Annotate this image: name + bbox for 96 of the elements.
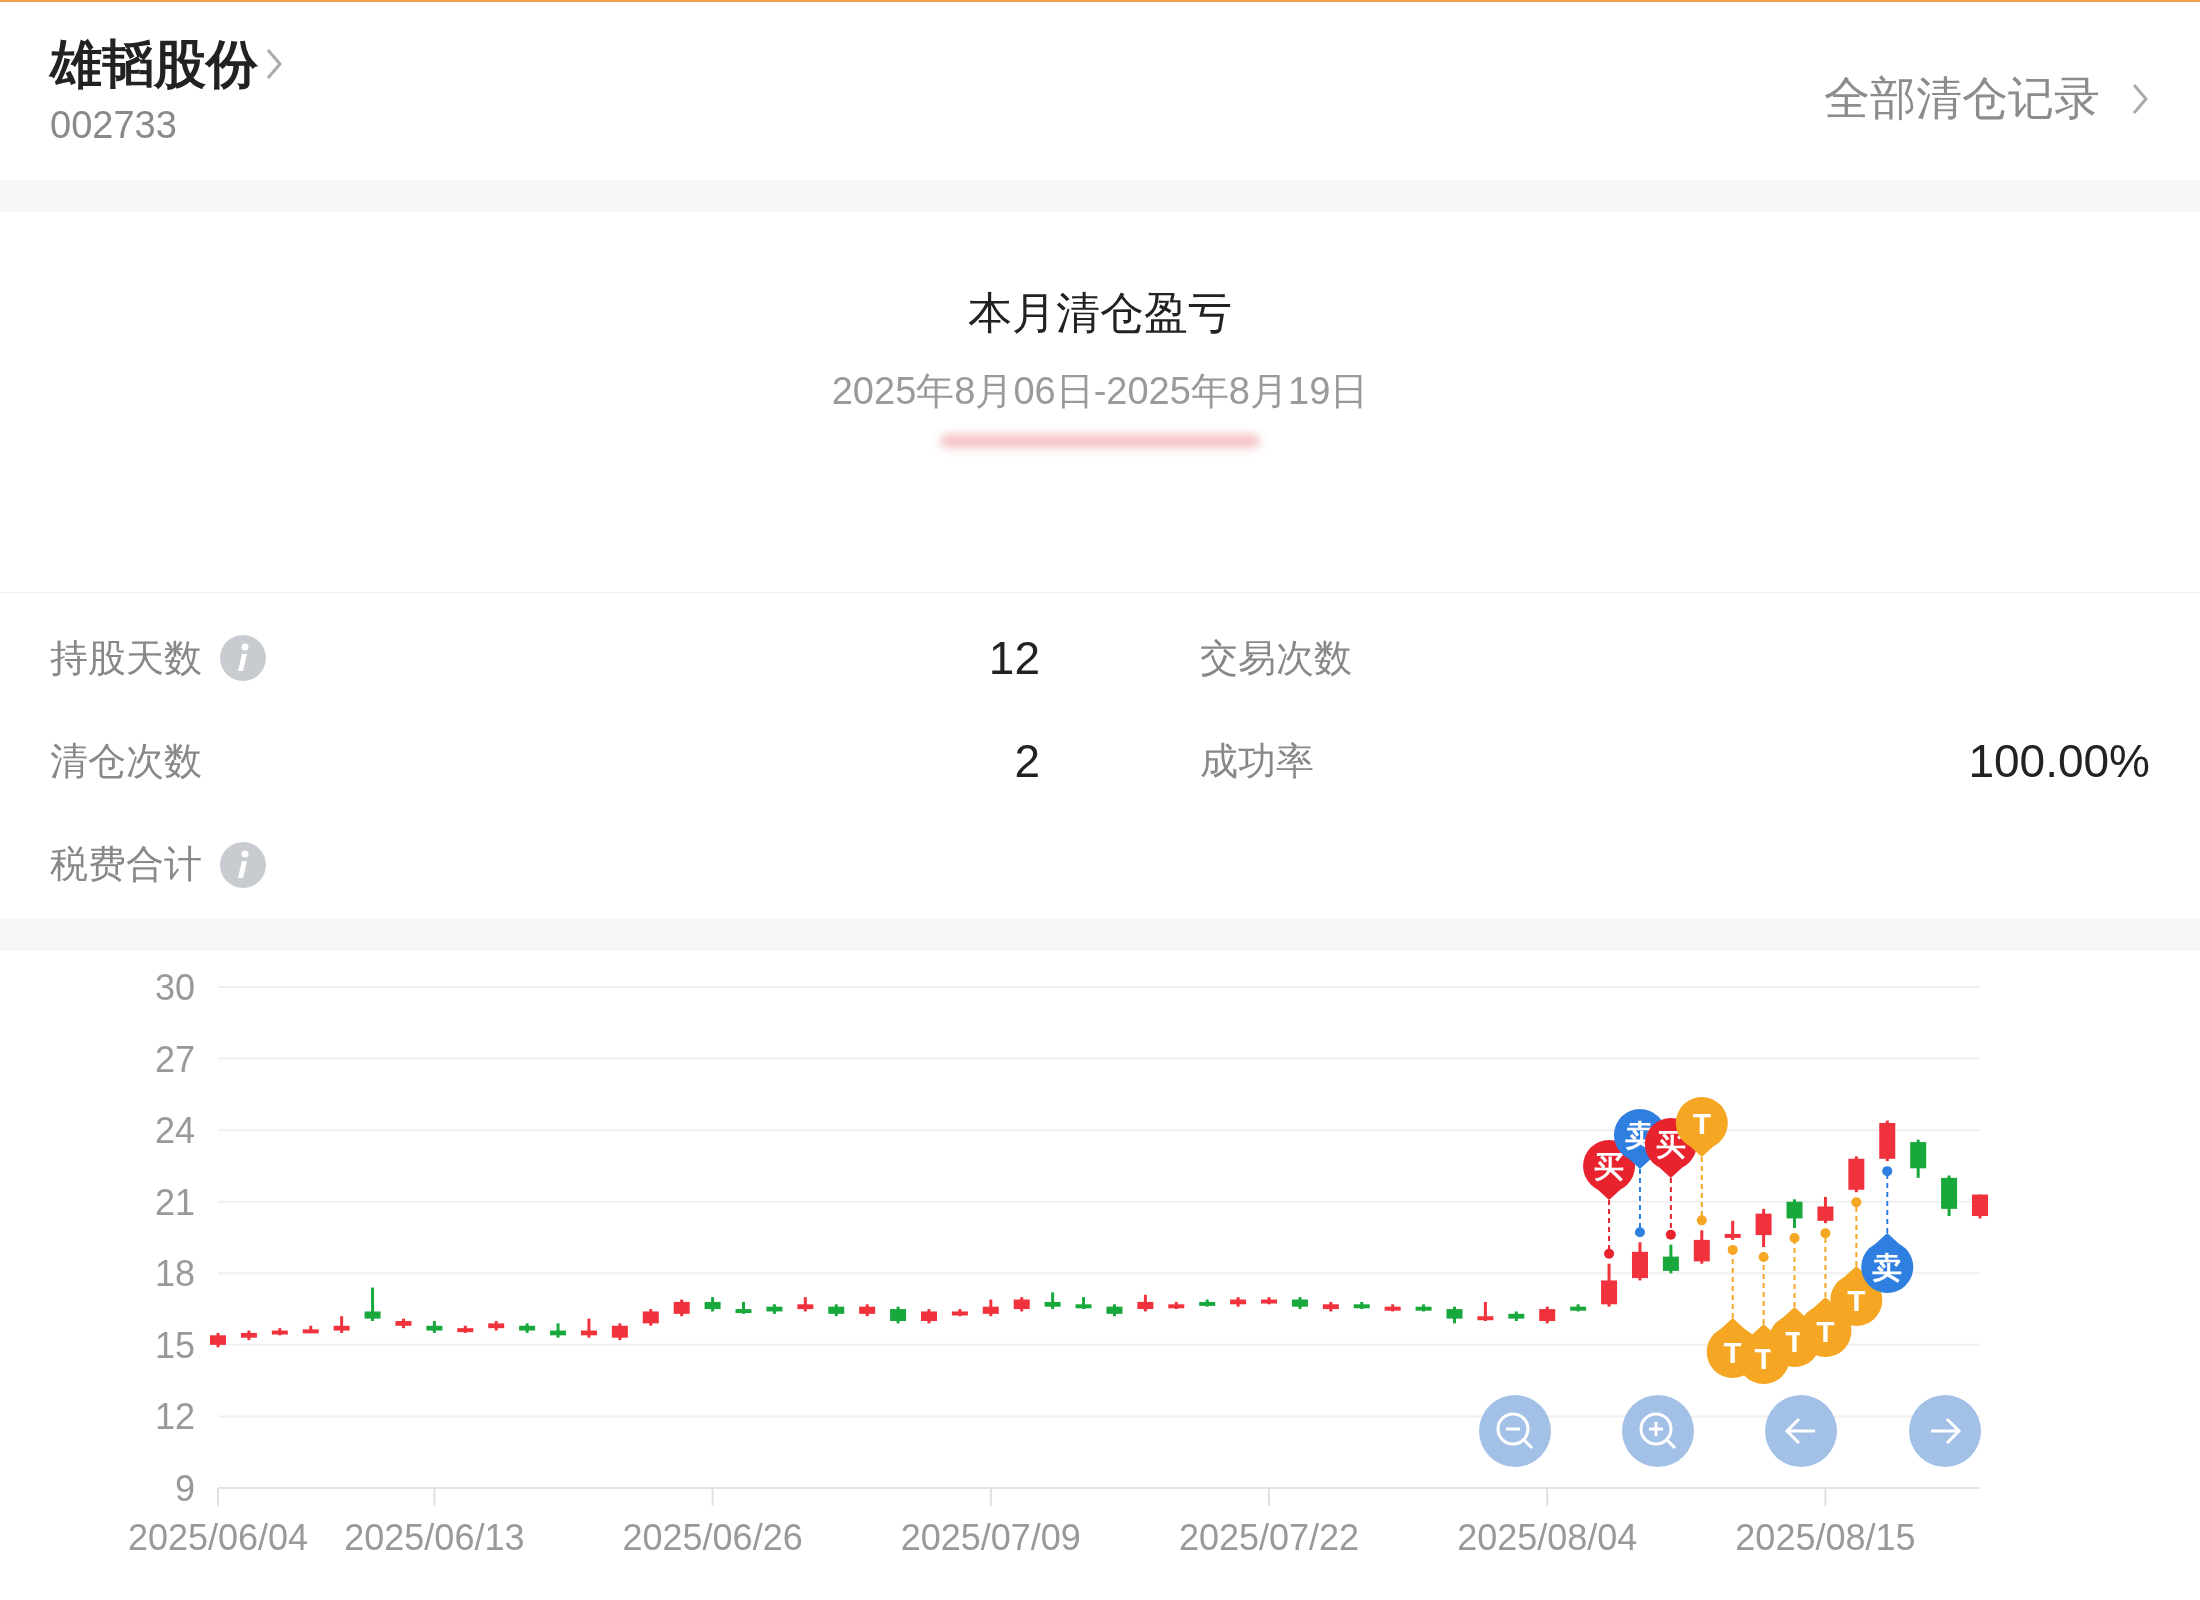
candlestick — [333, 1316, 350, 1333]
candlestick — [1724, 1220, 1741, 1240]
axis-label: 2025/08/15 — [1735, 1517, 1916, 1558]
candlestick — [797, 1297, 814, 1312]
candlestick — [1786, 1199, 1803, 1228]
candlestick — [1972, 1194, 1988, 1219]
date-range: 2025年8月06日-2025年8月19日 — [831, 369, 1369, 414]
candlestick — [982, 1299, 999, 1317]
candlestick — [1570, 1304, 1587, 1312]
leader-line — [1634, 1168, 1645, 1238]
candlestick — [1322, 1301, 1339, 1312]
candlestick — [1446, 1306, 1463, 1324]
candlestick — [1631, 1242, 1648, 1281]
stock-code: 002733 — [50, 103, 177, 148]
candlestick — [271, 1328, 288, 1336]
candlestick — [580, 1318, 597, 1338]
candlestick — [364, 1287, 381, 1321]
candlestick — [859, 1304, 876, 1317]
candlestick — [1291, 1297, 1308, 1310]
candlestick — [1044, 1292, 1061, 1310]
axis-label: 2025/07/09 — [900, 1517, 1081, 1558]
candlestick — [921, 1309, 937, 1324]
stat-label: 成功率 — [1200, 738, 1314, 784]
candlestick — [1415, 1304, 1432, 1312]
stat-value: 2 — [1014, 733, 1040, 789]
candlestick — [1601, 1263, 1618, 1307]
axis-label: 18 — [154, 1253, 195, 1295]
stat-label: 税费合计 — [50, 842, 202, 888]
stat-label: 清仓次数 — [50, 738, 202, 784]
candlestick — [1941, 1175, 1958, 1217]
candlestick — [1910, 1139, 1927, 1178]
leader-line — [1882, 1166, 1893, 1234]
candlestick — [1168, 1301, 1185, 1310]
candlestick — [1662, 1244, 1679, 1274]
candlestick — [550, 1323, 567, 1338]
axis-label: 2025/08/04 — [1457, 1517, 1638, 1558]
all-records-link[interactable]: 全部清仓记录 — [1824, 64, 2100, 133]
candlestick — [951, 1309, 968, 1317]
candlestick — [642, 1309, 659, 1326]
candlestick — [1106, 1304, 1123, 1317]
candlestick — [1353, 1301, 1370, 1310]
candlestick — [1539, 1306, 1556, 1324]
candlestick — [1755, 1208, 1772, 1248]
stat-label: 交易次数 — [1200, 635, 1352, 681]
stat-value: 12 — [988, 630, 1040, 686]
candlestick — [1508, 1311, 1525, 1321]
info-icon[interactable] — [220, 635, 266, 681]
candlestick — [704, 1297, 721, 1312]
leader-line — [1604, 1199, 1615, 1259]
axis-label: 15 — [154, 1324, 195, 1366]
candlestick — [766, 1304, 783, 1314]
candlestick — [1693, 1230, 1710, 1264]
candlestick — [1879, 1120, 1896, 1162]
stat-label: 持股天数 — [50, 635, 202, 681]
candlestick — [302, 1325, 319, 1334]
axis-label: 30 — [154, 967, 195, 1008]
candlestick — [395, 1318, 412, 1329]
stat-value: 100.00% — [1968, 733, 2150, 789]
candlestick — [611, 1323, 628, 1341]
axis-label: 2025/07/22 — [1178, 1517, 1360, 1558]
candlestick — [890, 1306, 907, 1324]
leader-line — [1665, 1177, 1676, 1240]
axis-label: 9 — [174, 1468, 195, 1509]
candlestick — [1384, 1304, 1401, 1312]
chevron-right-icon — [264, 46, 284, 82]
candlestick — [1817, 1196, 1834, 1224]
candlestick — [1199, 1299, 1216, 1307]
candlestick — [828, 1304, 845, 1317]
candlestick — [735, 1301, 752, 1314]
candlestick — [1075, 1297, 1092, 1310]
axis-label: 21 — [154, 1181, 195, 1223]
axis-label: 2025/06/04 — [127, 1517, 309, 1558]
axis-label: 24 — [154, 1110, 195, 1152]
candlestick — [1137, 1294, 1154, 1312]
leader-line — [1851, 1197, 1862, 1267]
axis-label: 2025/06/26 — [622, 1517, 803, 1558]
candlestick — [426, 1321, 443, 1333]
candlestick — [1230, 1297, 1247, 1307]
stock-name[interactable]: 雄韬股份 — [50, 30, 258, 98]
leader-line — [1696, 1156, 1707, 1226]
candlestick — [519, 1323, 536, 1333]
candlestick — [1477, 1301, 1494, 1321]
summary-title: 本月清仓盈亏 — [968, 287, 1232, 339]
candlestick — [457, 1325, 474, 1333]
axis-label: 12 — [154, 1396, 195, 1438]
candlestick — [673, 1299, 690, 1317]
candlestick — [1848, 1156, 1865, 1193]
axis-label: 2025/06/13 — [344, 1517, 525, 1558]
axis-label: 27 — [154, 1038, 195, 1080]
candlestick — [1261, 1297, 1277, 1305]
leader-line — [1820, 1228, 1831, 1298]
candlestick — [210, 1332, 226, 1348]
info-icon[interactable] — [220, 841, 266, 888]
candlestick — [240, 1330, 257, 1341]
candlestick — [1013, 1297, 1030, 1312]
candlestick — [488, 1321, 505, 1331]
